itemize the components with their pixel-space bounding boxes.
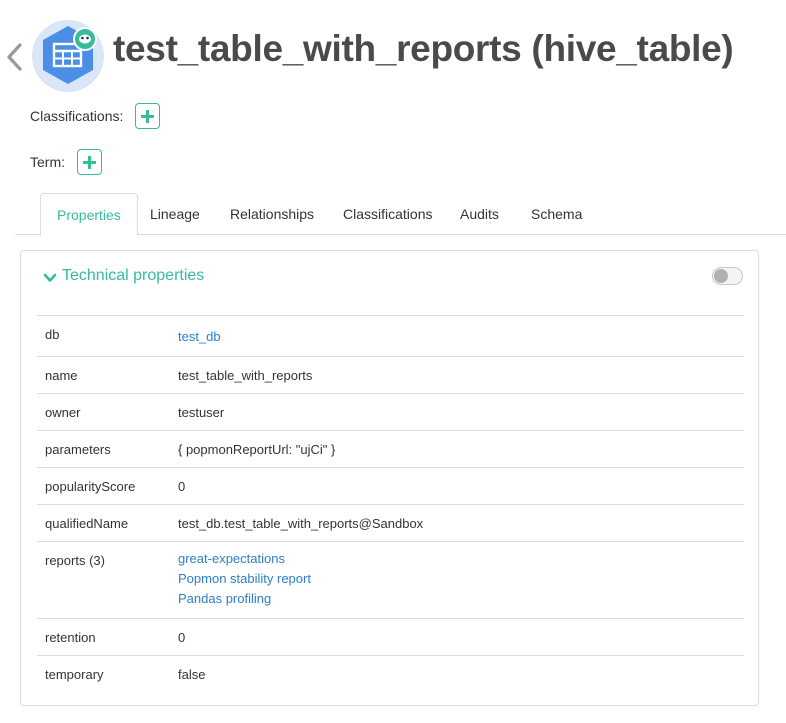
property-value: 0 xyxy=(178,479,186,494)
page-title: test_table_with_reports (hive_table) xyxy=(113,28,734,69)
property-row-temporary: temporary false xyxy=(37,656,744,693)
chevron-down-icon[interactable] xyxy=(43,272,57,284)
report-link-popmon[interactable]: Popmon stability report xyxy=(178,569,744,589)
back-chevron-icon[interactable] xyxy=(4,42,24,72)
property-row-popularity-score: popularityScore 0 xyxy=(37,468,744,505)
classifications-label: Classifications: xyxy=(30,108,124,124)
add-classification-button[interactable] xyxy=(135,103,161,129)
property-row-retention: retention 0 xyxy=(37,619,744,656)
property-key: retention xyxy=(45,630,96,645)
property-row-qualified-name: qualifiedName test_db.test_table_with_re… xyxy=(37,505,744,542)
property-key: name xyxy=(45,368,78,383)
properties-table: db test_db name test_table_with_reports … xyxy=(37,315,744,693)
technical-properties-panel: Technical properties db test_db name tes… xyxy=(20,250,759,706)
property-value: testuser xyxy=(178,405,225,420)
report-link-pandas-profiling[interactable]: Pandas profiling xyxy=(178,589,744,609)
property-value: 0 xyxy=(178,630,186,645)
property-key: db xyxy=(45,327,60,342)
property-row-db: db test_db xyxy=(37,316,744,357)
plus-icon xyxy=(83,155,96,169)
property-value: { popmonReportUrl: "ujCi" } xyxy=(178,442,336,457)
tab-classifications[interactable]: Classifications xyxy=(327,193,448,235)
classifications-row: Classifications: xyxy=(30,103,161,129)
db-link[interactable]: test_db xyxy=(178,327,744,347)
show-empty-values-toggle[interactable] xyxy=(712,267,743,285)
tab-properties[interactable]: Properties xyxy=(40,193,138,236)
term-row: Term: xyxy=(30,149,102,175)
property-value: test_table_with_reports xyxy=(178,368,313,383)
property-key: qualifiedName xyxy=(45,516,129,531)
add-term-button[interactable] xyxy=(77,149,102,175)
report-link-great-expectations[interactable]: great-expectations xyxy=(178,549,744,569)
property-key: popularityScore xyxy=(45,479,136,494)
property-key: reports (3) xyxy=(45,553,105,568)
property-key: owner xyxy=(45,405,81,420)
tab-relationships[interactable]: Relationships xyxy=(214,193,330,235)
property-row-name: name test_table_with_reports xyxy=(37,357,744,394)
toggle-knob xyxy=(714,269,728,283)
tab-schema[interactable]: Schema xyxy=(515,193,598,235)
property-row-owner: owner testuser xyxy=(37,394,744,431)
panel-header: Technical properties xyxy=(21,251,758,303)
property-key: temporary xyxy=(45,667,104,682)
property-value: false xyxy=(178,667,206,682)
property-row-parameters: parameters { popmonReportUrl: "ujCi" } xyxy=(37,431,744,468)
tab-lineage[interactable]: Lineage xyxy=(134,193,216,235)
property-row-reports: reports (3) great-expectations Popmon st… xyxy=(37,542,744,619)
panel-title[interactable]: Technical properties xyxy=(62,267,204,285)
property-value: test_db.test_table_with_reports@Sandbox xyxy=(178,516,424,531)
plus-icon xyxy=(141,109,155,123)
hive-table-entity-icon xyxy=(32,20,104,92)
term-label: Term: xyxy=(30,154,65,170)
tab-audits[interactable]: Audits xyxy=(444,193,515,235)
tabs-bar: Properties Lineage Relationships Classif… xyxy=(15,193,786,236)
property-key: parameters xyxy=(45,442,111,457)
